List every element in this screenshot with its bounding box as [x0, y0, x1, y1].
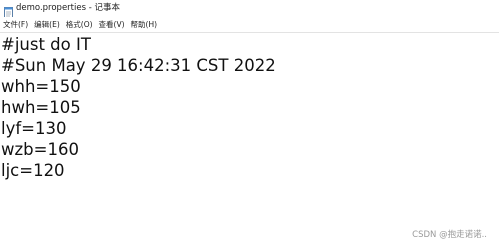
notepad-window: demo.properties - 记事本 文件(F) 编辑(E) 格式(O) …: [0, 0, 499, 246]
editor-line: ljc=120: [1, 161, 65, 180]
editor-line: #Sun May 29 16:42:31 CST 2022: [1, 56, 276, 75]
watermark: CSDN @抱走诺诺..: [412, 230, 487, 240]
editor-line: lyf=130: [1, 119, 67, 138]
editor-line: hwh=105: [1, 98, 81, 117]
editor-line: wzb=160: [1, 140, 79, 159]
menu-format[interactable]: 格式(O): [63, 17, 96, 32]
title-bar[interactable]: demo.properties - 记事本: [0, 0, 499, 18]
menu-view[interactable]: 查看(V): [96, 17, 128, 32]
menu-help[interactable]: 帮助(H): [128, 17, 161, 32]
menu-bar: 文件(F) 编辑(E) 格式(O) 查看(V) 帮助(H): [0, 17, 499, 32]
notepad-icon: [4, 3, 13, 18]
editor-line: whh=150: [1, 77, 81, 96]
text-editor-area[interactable]: #just do IT #Sun May 29 16:42:31 CST 202…: [0, 33, 499, 246]
menu-file[interactable]: 文件(F): [0, 17, 31, 32]
window-title: demo.properties - 记事本: [16, 3, 121, 13]
editor-line: #just do IT: [1, 35, 91, 54]
menu-edit[interactable]: 编辑(E): [31, 17, 63, 32]
